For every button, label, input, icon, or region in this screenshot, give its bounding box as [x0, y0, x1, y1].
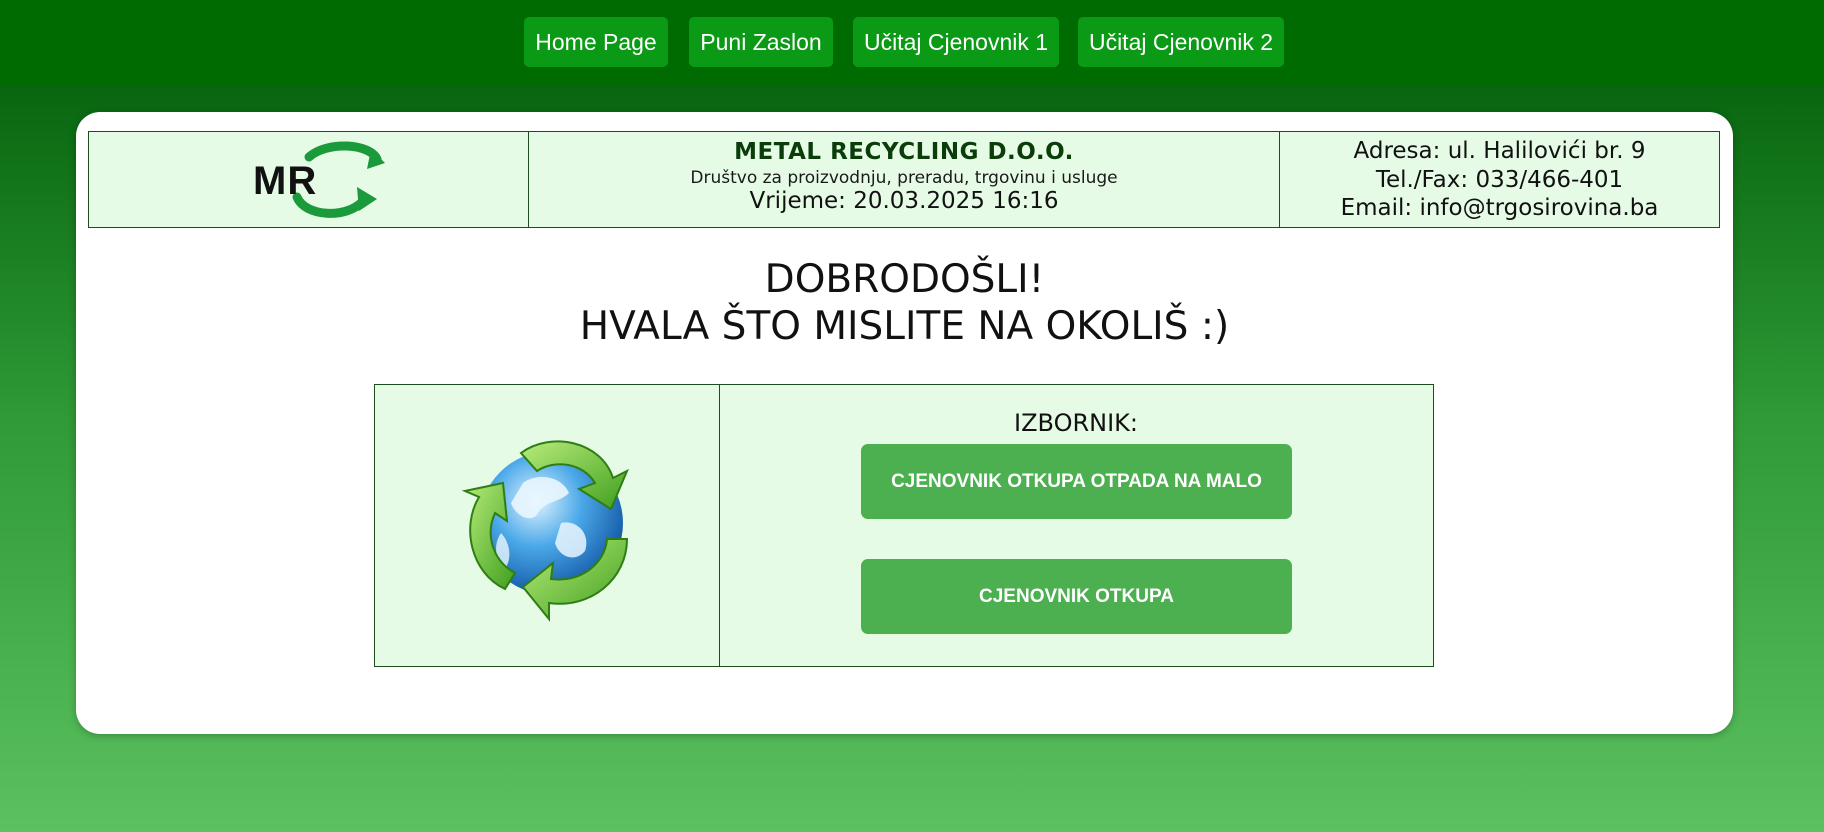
- mr-logo-icon: MR: [253, 141, 385, 218]
- menu-panel: IZBORNIK: CJENOVNIK OTKUPA OTPADA NA MAL…: [374, 384, 1434, 667]
- company-description: Društvo za proizvodnju, preradu, trgovin…: [690, 168, 1118, 188]
- nav-home-page-button[interactable]: Home Page: [524, 17, 668, 67]
- welcome-subheading: HVALA ŠTO MISLITE NA OKOLIŠ :): [579, 304, 1230, 349]
- nav-load-pricelist-2-button[interactable]: Učitaj Cjenovnik 2: [1078, 17, 1284, 67]
- email-text: Email: info@trgosirovina.ba: [1340, 195, 1659, 221]
- phone-text: Tel./Fax: 033/466-401: [1375, 167, 1624, 193]
- top-navigation-bar: Home Page Puni Zaslon Učitaj Cjenovnik 1…: [0, 0, 1824, 86]
- welcome-heading: DOBRODOŠLI!: [764, 257, 1045, 302]
- recycle-globe-icon: [461, 440, 629, 622]
- logo-text: MR: [253, 159, 317, 203]
- logo-cell: MR: [89, 132, 529, 227]
- menu-title: IZBORNIK:: [1014, 409, 1138, 437]
- recycle-image-cell: [375, 385, 720, 666]
- purchase-pricelist-button[interactable]: CJENOVNIK OTKUPA: [861, 559, 1292, 634]
- address-text: Adresa: ul. Halilovići br. 9: [1353, 138, 1646, 164]
- company-header-table: MR METAL RECYCLING D.O.O. Društvo za pro…: [88, 131, 1720, 228]
- contact-cell: Adresa: ul. Halilovići br. 9 Tel./Fax: 0…: [1280, 132, 1719, 227]
- nav-load-pricelist-1-button[interactable]: Učitaj Cjenovnik 1: [853, 17, 1059, 67]
- company-info-cell: METAL RECYCLING D.O.O. Društvo za proizv…: [529, 132, 1280, 227]
- current-datetime: Vrijeme: 20.03.2025 16:16: [749, 188, 1059, 214]
- company-name: METAL RECYCLING D.O.O.: [734, 139, 1074, 165]
- nav-full-screen-button[interactable]: Puni Zaslon: [689, 17, 833, 67]
- retail-waste-pricelist-button[interactable]: CJENOVNIK OTKUPA OTPADA NA MALO: [861, 444, 1292, 519]
